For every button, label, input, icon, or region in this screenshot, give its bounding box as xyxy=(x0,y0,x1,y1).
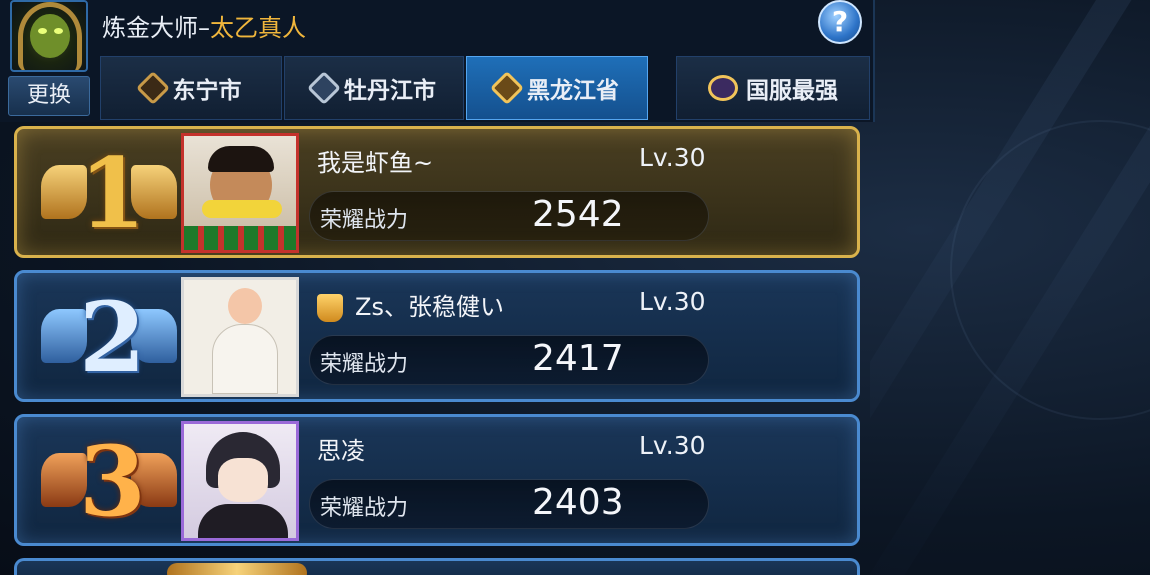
vip-icon xyxy=(317,294,343,322)
ranking-row[interactable]: 1 我是虾鱼~ Lv.30 荣耀战力 2542 xyxy=(14,126,860,258)
power-label: 荣耀战力 xyxy=(320,208,409,233)
bronze-diamond-icon xyxy=(135,71,170,105)
tab-national-best[interactable]: 国服最强 xyxy=(676,56,870,120)
ranking-row[interactable]: 2 Zs、张稳健い Lv.30 荣耀战力 2417 xyxy=(14,270,860,402)
power-value: 2403 xyxy=(532,482,624,523)
ranking-header: 更换 炼金大师–太乙真人 ? 东宁市 牡丹江市 黑龙江省 国服最强 xyxy=(0,0,875,122)
tab-mudanjiang[interactable]: 牡丹江市 xyxy=(284,56,464,120)
power-bar: 荣耀战力 2542 xyxy=(309,191,709,241)
player-level: Lv.30 xyxy=(639,143,706,172)
player-avatar[interactable] xyxy=(10,0,88,72)
rank-3-badge-icon: 3 xyxy=(39,423,179,541)
ranking-list: 1 我是虾鱼~ Lv.30 荣耀战力 2542 2 Zs、张稳健い Lv.30 xyxy=(0,122,875,575)
player-level: Lv.30 xyxy=(639,431,706,460)
tab-label: 黑龙江省 xyxy=(527,78,619,104)
rank-number: 3 xyxy=(79,425,146,538)
power-bar: 荣耀战力 2403 xyxy=(309,479,709,529)
rank-2-badge-icon: 2 xyxy=(39,279,179,397)
portrait-head xyxy=(228,288,262,324)
portrait-face xyxy=(218,458,268,502)
rank-badge-partial-icon xyxy=(167,563,307,575)
portrait-coat xyxy=(198,504,288,538)
help-button[interactable]: ? xyxy=(818,0,862,44)
change-avatar-button[interactable]: 更换 xyxy=(8,76,90,116)
power-value: 2417 xyxy=(532,338,624,379)
tab-label: 东宁市 xyxy=(172,78,242,104)
portrait-corn xyxy=(202,200,282,218)
portrait-hair xyxy=(208,146,274,172)
tab-label: 牡丹江市 xyxy=(344,78,436,104)
background-ring xyxy=(950,120,1150,420)
player-portrait[interactable] xyxy=(181,277,299,397)
tab-label: 国服最强 xyxy=(746,78,838,104)
power-label: 荣耀战力 xyxy=(320,496,409,521)
player-name: 思凌 xyxy=(317,437,365,465)
rank-number: 1 xyxy=(79,137,146,250)
player-name: 我是虾鱼~ xyxy=(317,149,434,177)
region-tabs: 东宁市 牡丹江市 黑龙江省 国服最强 xyxy=(100,56,872,120)
rank-1-badge-icon: 1 xyxy=(39,135,179,253)
avatar-eye xyxy=(38,28,47,34)
background-decoration xyxy=(870,0,1150,575)
silver-diamond-icon xyxy=(307,71,341,105)
crown-emblem-icon xyxy=(708,75,738,101)
player-portrait[interactable] xyxy=(181,421,299,541)
page-title: 炼金大师–太乙真人 xyxy=(102,8,306,43)
power-bar: 荣耀战力 2417 xyxy=(309,335,709,385)
title-hero-name: 太乙真人 xyxy=(210,14,306,42)
ranking-row-partial[interactable] xyxy=(14,558,860,575)
portrait-body xyxy=(212,324,278,394)
rank-number: 2 xyxy=(79,281,146,394)
tab-heilongjiang[interactable]: 黑龙江省 xyxy=(466,56,648,120)
title-prefix: 炼金大师– xyxy=(102,14,210,42)
player-name: Zs、张稳健い xyxy=(317,287,504,322)
power-value: 2542 xyxy=(532,194,624,235)
player-portrait[interactable] xyxy=(181,133,299,253)
avatar-eye xyxy=(54,28,63,34)
power-label: 荣耀战力 xyxy=(320,352,409,377)
player-name-text: Zs、张稳健い xyxy=(355,293,504,321)
gold-diamond-icon xyxy=(490,71,524,105)
tab-dongning[interactable]: 东宁市 xyxy=(100,56,282,120)
ranking-row[interactable]: 3 思凌 Lv.30 荣耀战力 2403 xyxy=(14,414,860,546)
holly-frame xyxy=(184,226,296,250)
player-level: Lv.30 xyxy=(639,287,706,316)
avatar-face xyxy=(30,14,70,58)
